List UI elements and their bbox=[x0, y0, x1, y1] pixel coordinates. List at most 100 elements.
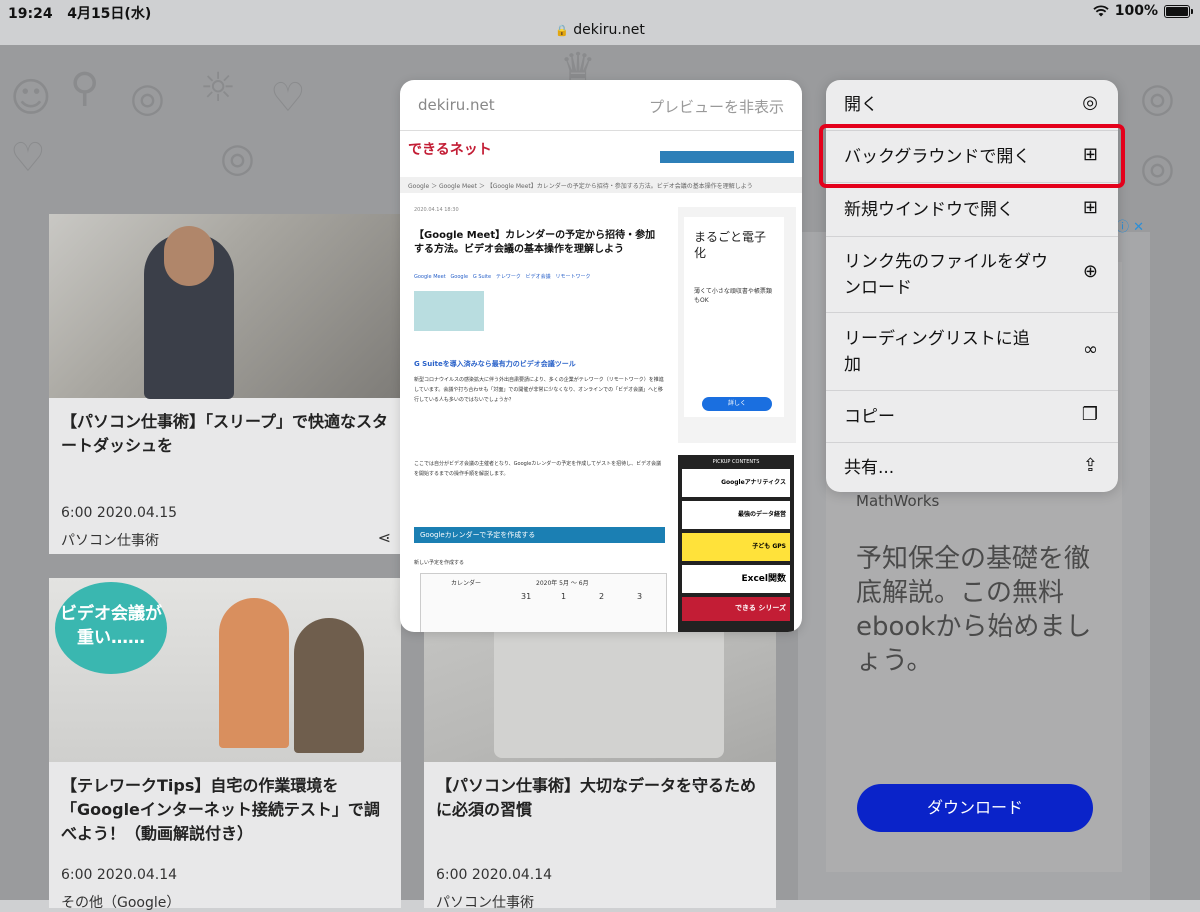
section-heading: G Suiteを導入済みなら最有力のビデオ会議ツール bbox=[414, 360, 576, 368]
article-date: 6:00 2020.04.14 bbox=[436, 867, 553, 883]
pickup-item: Googleアナリティクス bbox=[682, 469, 790, 497]
pickup-item: できる シリーズ bbox=[682, 597, 790, 621]
heart-icon: ♡ bbox=[10, 135, 46, 181]
article-category[interactable]: その他（Google） bbox=[61, 892, 180, 912]
tag-link[interactable]: テレワーク bbox=[496, 274, 521, 280]
article-thumbnail bbox=[49, 214, 401, 399]
laptop-shape bbox=[494, 618, 724, 758]
menu-item-label: 共有... bbox=[844, 458, 895, 478]
ad-brand: MathWorks bbox=[856, 492, 940, 510]
menu-item-reading-list[interactable]: リーディングリストに追加 ∞ bbox=[826, 312, 1118, 391]
menu-item-label: 開く bbox=[844, 95, 878, 115]
copy-icon: ❐ bbox=[1081, 404, 1098, 425]
menu-item-copy[interactable]: コピー ❐ bbox=[826, 390, 1118, 443]
tag-link[interactable]: ビデオ会議 bbox=[526, 274, 551, 280]
hide-preview-button[interactable]: プレビューを非表示 bbox=[649, 96, 784, 117]
status-left: 19:24 4月15日(水) bbox=[8, 3, 151, 23]
wifi-icon bbox=[1093, 5, 1109, 17]
share-icon[interactable]: ⋖ bbox=[378, 528, 391, 547]
side-ad-card: まるごと電子化 薄くて小さな頑収書や帳票類もOK 詳しく bbox=[684, 217, 784, 417]
calendar-day: 1 bbox=[561, 592, 567, 601]
face-shape bbox=[164, 226, 214, 286]
menu-item-open[interactable]: 開く ◎ bbox=[826, 80, 1118, 130]
compass-icon: ◎ bbox=[1082, 92, 1098, 113]
menu-item-label: コピー bbox=[844, 407, 895, 427]
calendar-day: 3 bbox=[637, 592, 643, 601]
download-icon: ⊕ bbox=[1082, 261, 1098, 282]
article-category[interactable]: パソコン仕事術 bbox=[436, 892, 534, 912]
person-figure bbox=[219, 598, 289, 748]
step-label: 新しい予定を作成する bbox=[414, 560, 465, 566]
breadcrumb: Google ＞ Google Meet ＞ 【Google Meet】カレンダ… bbox=[408, 183, 753, 190]
article-title[interactable]: 【テレワークTips】自宅の作業環境を「Googleインターネット接続テスト」で… bbox=[61, 774, 389, 846]
preview-domain: dekiru.net bbox=[418, 96, 495, 114]
article-title[interactable]: 【パソコン仕事術】大切なデータを守るために必須の習慣 bbox=[436, 774, 764, 822]
target-icon: ◎ bbox=[1140, 75, 1175, 121]
tag-link[interactable]: Google Meet bbox=[414, 274, 446, 280]
menu-item-download[interactable]: リンク先のファイルをダウンロード ⊕ bbox=[826, 236, 1118, 313]
menu-item-label: リンク先のファイルをダウンロード bbox=[844, 252, 1048, 298]
side-ad-title: まるごと電子化 bbox=[694, 230, 767, 260]
article-card[interactable]: ビデオ会議が重い…… 【テレワークTips】自宅の作業環境を「Googleインタ… bbox=[49, 578, 401, 911]
status-time: 19:24 bbox=[8, 6, 53, 22]
article-thumbnail: ビデオ会議が重い…… bbox=[49, 578, 401, 762]
address-bar[interactable]: 🔒 dekiru.net bbox=[0, 22, 1200, 45]
tag-link[interactable]: リモートワーク bbox=[555, 274, 590, 280]
status-date: 4月15日(水) bbox=[67, 6, 152, 22]
menu-item-label: 新規ウインドウで開く bbox=[844, 200, 1014, 220]
tag-link[interactable]: G Suite bbox=[473, 274, 491, 280]
status-bar: 19:24 4月15日(水) 100% bbox=[0, 0, 1200, 22]
pickup-item: 最強のデータ経営 bbox=[682, 501, 790, 529]
article-date: 6:00 2020.04.15 bbox=[61, 505, 178, 521]
article-date: 6:00 2020.04.14 bbox=[61, 867, 178, 883]
ad-text: 予知保全の基礎を徹底解説。この無料ebookから始めましょう。 bbox=[856, 544, 1092, 676]
preview-article-title: 【Google Meet】カレンダーの予定から招待・参加する方法。ビデオ会議の基… bbox=[414, 230, 656, 255]
side-ad: まるごと電子化 薄くて小さな頑収書や帳票類もOK 詳しく bbox=[678, 207, 796, 443]
tag-link[interactable]: Google bbox=[450, 274, 468, 280]
tags-row: Google Meet Google G Suite テレワーク ビデオ会議 リ… bbox=[414, 273, 664, 280]
pickup-item: 子ども GPS bbox=[682, 533, 790, 561]
ad-download-button[interactable]: ダウンロード bbox=[857, 784, 1093, 832]
site-logo: できるネット bbox=[408, 142, 492, 158]
status-right: 100% bbox=[1093, 3, 1193, 19]
article-image bbox=[414, 291, 484, 331]
article-card[interactable]: 【パソコン仕事術】「スリープ」で快適なスタートダッシュを 6:00 2020.0… bbox=[49, 214, 401, 554]
glasses-icon: ∞ bbox=[1083, 339, 1098, 360]
menu-item-label: リーディングリストに追加 bbox=[844, 329, 1030, 375]
plus-square-icon: ⊞ bbox=[1082, 197, 1098, 218]
side-ad-text: 薄くて小さな頑収書や帳票類もOK bbox=[694, 288, 772, 304]
menu-item-share[interactable]: 共有... ⇪ bbox=[826, 442, 1118, 492]
side-ad-button: 詳しく bbox=[702, 397, 772, 411]
lock-icon: 🔒 bbox=[555, 24, 569, 37]
preview-page: できるネット Google ＞ Google Meet ＞ 【Google Me… bbox=[400, 131, 802, 632]
link-preview[interactable]: dekiru.net プレビューを非表示 できるネット Google ＞ Goo… bbox=[400, 80, 802, 632]
calendar-screenshot: カレンダー 2020年 5月 〜 6月 31 1 2 3 bbox=[420, 573, 667, 632]
pickup-panel: PICKUP CONTENTS Googleアナリティクス 最強のデータ経営 子… bbox=[678, 455, 794, 632]
article-category[interactable]: パソコン仕事術 bbox=[61, 530, 159, 550]
speech-bubble-badge: ビデオ会議が重い…… bbox=[55, 582, 167, 674]
lightbulb-icon: ☼ bbox=[200, 65, 236, 111]
pickup-title: PICKUP CONTENTS bbox=[712, 459, 760, 465]
battery-icon bbox=[1164, 4, 1193, 18]
target-icon: ◎ bbox=[220, 135, 255, 181]
person-icon: ☺ bbox=[10, 75, 52, 121]
person-figure bbox=[294, 618, 364, 753]
target-icon: ◎ bbox=[1140, 145, 1175, 191]
calendar-day: 31 bbox=[521, 592, 532, 601]
site-search-bar bbox=[660, 151, 794, 163]
battery-percent: 100% bbox=[1114, 3, 1158, 19]
article-date: 2020.04.14 18:30 bbox=[414, 207, 459, 213]
calendar-day: 2 bbox=[599, 592, 605, 601]
chart-icon: ⚲ bbox=[70, 65, 100, 111]
article-title[interactable]: 【パソコン仕事術】「スリープ」で快適なスタートダッシュを bbox=[61, 410, 389, 458]
url-text: dekiru.net bbox=[573, 22, 645, 38]
target-icon: ◎ bbox=[130, 75, 165, 121]
adchoices-icon[interactable]: ⓘ ✕ bbox=[1116, 216, 1144, 235]
share-icon: ⇪ bbox=[1082, 455, 1098, 476]
calendar-range: 2020年 5月 〜 6月 bbox=[536, 580, 589, 587]
article-body: ここでは自分がビデオ会議の主催者となり、Googleカレンダーの予定を作成してゲ… bbox=[414, 461, 662, 477]
section-bar: Googleカレンダーで予定を作成する bbox=[414, 527, 665, 543]
article-body: 新型コロナウイルスの感染拡大に伴う外出自粛要請により、多くの企業がテレワーク（リ… bbox=[414, 377, 664, 403]
menu-item-new-window[interactable]: 新規ウインドウで開く ⊞ bbox=[826, 182, 1118, 237]
calendar-label: カレンダー bbox=[451, 580, 482, 587]
